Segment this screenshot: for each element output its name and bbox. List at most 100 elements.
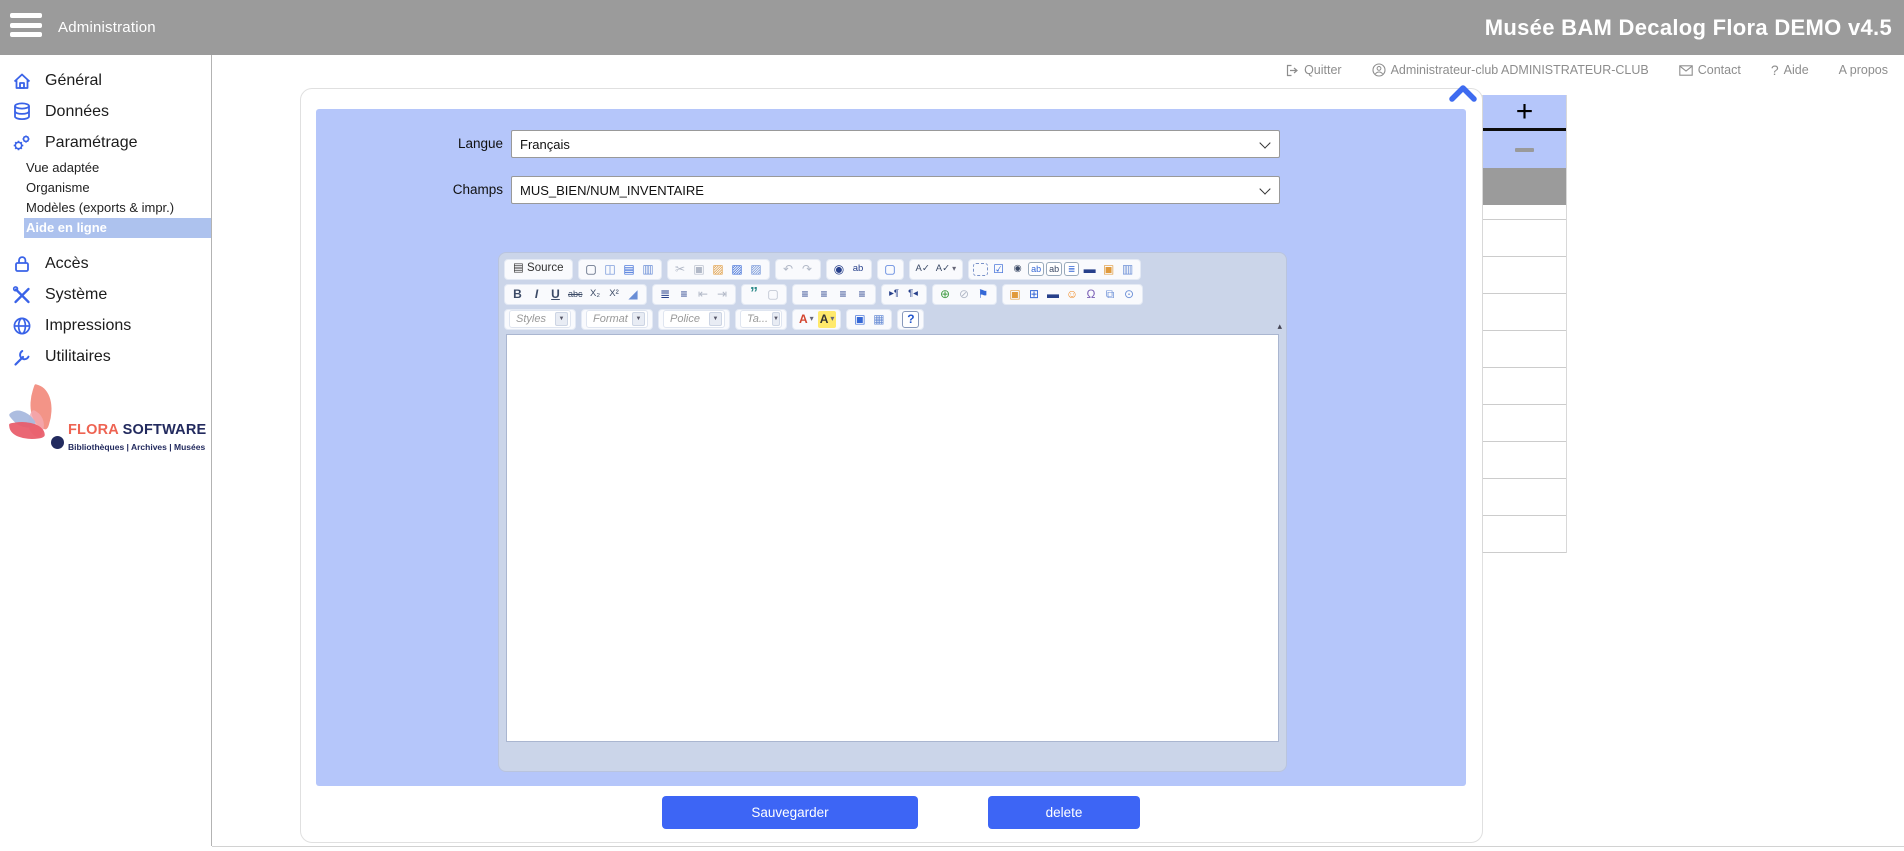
wrench-icon bbox=[9, 345, 35, 369]
sidebar-item-impressions[interactable]: Impressions bbox=[0, 310, 211, 341]
align-right-icon[interactable]: ≡ bbox=[835, 286, 852, 303]
subscript-icon[interactable]: X₂ bbox=[587, 286, 604, 303]
radio-icon[interactable]: ◉ bbox=[1009, 261, 1026, 278]
redo-icon[interactable]: ↷ bbox=[799, 261, 816, 278]
source-button[interactable]: ▤ Source bbox=[509, 261, 568, 278]
sidebar-item-systeme[interactable]: Système bbox=[0, 279, 211, 310]
langue-select[interactable]: Français bbox=[511, 130, 1280, 158]
select-all-icon[interactable]: ▢ bbox=[882, 261, 899, 278]
ltr-icon[interactable]: ▸¶ bbox=[886, 286, 903, 303]
page-title: Administration bbox=[58, 0, 156, 55]
paste-icon[interactable]: ▨ bbox=[710, 261, 727, 278]
button-field-icon[interactable]: ▬ bbox=[1081, 261, 1098, 278]
bulleted-list-icon[interactable]: ≡ bbox=[676, 286, 693, 303]
taille-dropdown[interactable]: Ta...▼ bbox=[740, 310, 782, 328]
langue-label: Langue bbox=[433, 130, 503, 158]
text-color-icon[interactable]: A bbox=[797, 311, 816, 328]
champs-select[interactable]: MUS_BIEN/NUM_INVENTAIRE bbox=[511, 176, 1280, 204]
new-page-icon[interactable]: ▢ bbox=[583, 261, 600, 278]
iframe-icon[interactable]: ⊙ bbox=[1121, 286, 1138, 303]
checkbox-icon[interactable]: ☑ bbox=[990, 261, 1007, 278]
link-icon[interactable]: ⊕ bbox=[937, 286, 954, 303]
tools-icon bbox=[9, 283, 35, 307]
print-icon[interactable]: ▤ bbox=[621, 261, 638, 278]
text-field-icon[interactable]: ab bbox=[1028, 262, 1044, 276]
preview-icon[interactable]: ◫ bbox=[602, 261, 619, 278]
sidebar-item-utilitaires[interactable]: Utilitaires bbox=[0, 341, 211, 372]
sidebar-item-acces[interactable]: Accès bbox=[0, 248, 211, 279]
italic-icon[interactable]: I bbox=[528, 286, 545, 303]
sidebar-item-parametrage[interactable]: Paramétrage bbox=[0, 127, 211, 158]
superscript-icon[interactable]: X² bbox=[606, 286, 623, 303]
replace-icon[interactable]: ab bbox=[850, 261, 867, 278]
quitter-link[interactable]: Quitter bbox=[1286, 63, 1342, 77]
logo-tagline: Bibliothèques | Archives | Musées bbox=[68, 442, 205, 452]
bold-icon[interactable]: B bbox=[509, 286, 526, 303]
aide-link[interactable]: ? Aide bbox=[1771, 62, 1809, 78]
strike-icon[interactable]: abc bbox=[566, 286, 585, 303]
div-container-icon[interactable]: ▢ bbox=[765, 286, 782, 303]
contact-link[interactable]: Contact bbox=[1679, 63, 1741, 77]
toolbar-collapse-icon[interactable]: ▴ bbox=[1277, 321, 1282, 332]
align-justify-icon[interactable]: ≡ bbox=[854, 286, 871, 303]
align-left-icon[interactable]: ≡ bbox=[797, 286, 814, 303]
outdent-icon[interactable]: ⇤ bbox=[695, 286, 712, 303]
side-table-row bbox=[1483, 294, 1566, 331]
collapse-chevron-icon[interactable] bbox=[1448, 84, 1478, 103]
apropos-link[interactable]: A propos bbox=[1839, 63, 1888, 77]
underline-icon[interactable]: U bbox=[547, 286, 564, 303]
sidebar-item-donnees[interactable]: Données bbox=[0, 96, 211, 127]
unlink-icon[interactable]: ⊘ bbox=[956, 286, 973, 303]
undo-icon[interactable]: ↶ bbox=[780, 261, 797, 278]
sidebar-item-organisme[interactable]: Organisme bbox=[0, 178, 211, 198]
paste-plain-icon[interactable]: ▨ bbox=[729, 261, 746, 278]
anchor-icon[interactable]: ⚑ bbox=[975, 286, 992, 303]
editor-toolbar: ▤ Source▢◫▤▥✂▣▨▨▨↶↷◉ab▢A✓A✓▢☑◉abab≣▬▣▥BI… bbox=[499, 253, 1286, 331]
textarea-icon[interactable]: ab bbox=[1046, 262, 1062, 276]
side-table-row bbox=[1483, 331, 1566, 368]
database-icon bbox=[9, 100, 35, 124]
scayt-icon[interactable]: A✓ bbox=[934, 261, 958, 278]
spellcheck-icon[interactable]: A✓ bbox=[914, 261, 932, 278]
templates-icon[interactable]: ▥ bbox=[640, 261, 657, 278]
page-break-icon[interactable]: ⧉ bbox=[1102, 286, 1119, 303]
sidebar-item-modeles[interactable]: Modèles (exports & impr.) bbox=[0, 198, 211, 218]
styles-dropdown[interactable]: Styles▼ bbox=[509, 310, 571, 328]
select-field-icon[interactable]: ≣ bbox=[1064, 262, 1079, 276]
sidebar-item-general[interactable]: Général bbox=[0, 65, 211, 96]
format-dropdown[interactable]: Format▼ bbox=[586, 310, 648, 328]
paste-word-icon[interactable]: ▨ bbox=[748, 261, 765, 278]
delete-button[interactable]: delete bbox=[988, 796, 1140, 829]
save-button[interactable]: Sauvegarder bbox=[662, 796, 918, 829]
user-link[interactable]: Administrateur-club ADMINISTRATEUR-CLUB bbox=[1372, 63, 1649, 77]
special-char-icon[interactable]: Ω bbox=[1083, 286, 1100, 303]
remove-format-icon[interactable]: ◢ bbox=[625, 286, 642, 303]
show-blocks-icon[interactable]: ▦ bbox=[870, 311, 887, 328]
align-center-icon[interactable]: ≡ bbox=[816, 286, 833, 303]
about-icon[interactable]: ? bbox=[902, 311, 919, 328]
hidden-field-icon[interactable]: ▥ bbox=[1119, 261, 1136, 278]
find-icon[interactable]: ◉ bbox=[831, 261, 848, 278]
sidebar-item-aide-en-ligne[interactable]: Aide en ligne bbox=[24, 218, 211, 238]
image-button-icon[interactable]: ▣ bbox=[1100, 261, 1117, 278]
add-row-button[interactable]: + bbox=[1483, 95, 1566, 131]
form-field-icon[interactable]: ▢ bbox=[973, 263, 988, 276]
table-icon[interactable]: ⊞ bbox=[1026, 286, 1043, 303]
maximize-icon[interactable]: ▣ bbox=[851, 311, 868, 328]
bg-color-icon[interactable]: A bbox=[818, 311, 837, 328]
sidebar-item-vue-adaptee[interactable]: Vue adaptée bbox=[0, 158, 211, 178]
numbered-list-icon[interactable]: ≣ bbox=[657, 286, 674, 303]
copy-icon[interactable]: ▣ bbox=[691, 261, 708, 278]
editor-content-area[interactable] bbox=[506, 334, 1279, 742]
police-dropdown[interactable]: Police▼ bbox=[663, 310, 725, 328]
side-table: + bbox=[1482, 95, 1567, 553]
smiley-icon[interactable]: ☺ bbox=[1064, 286, 1081, 303]
rtl-icon[interactable]: ¶◂ bbox=[905, 286, 922, 303]
blockquote-icon[interactable]: ” bbox=[746, 286, 763, 303]
indent-icon[interactable]: ⇥ bbox=[714, 286, 731, 303]
remove-row-button[interactable] bbox=[1483, 131, 1566, 168]
menu-icon[interactable] bbox=[10, 13, 44, 41]
cut-icon[interactable]: ✂ bbox=[672, 261, 689, 278]
image-icon[interactable]: ▣ bbox=[1007, 286, 1024, 303]
horizontal-rule-icon[interactable]: ▬ bbox=[1045, 286, 1062, 303]
